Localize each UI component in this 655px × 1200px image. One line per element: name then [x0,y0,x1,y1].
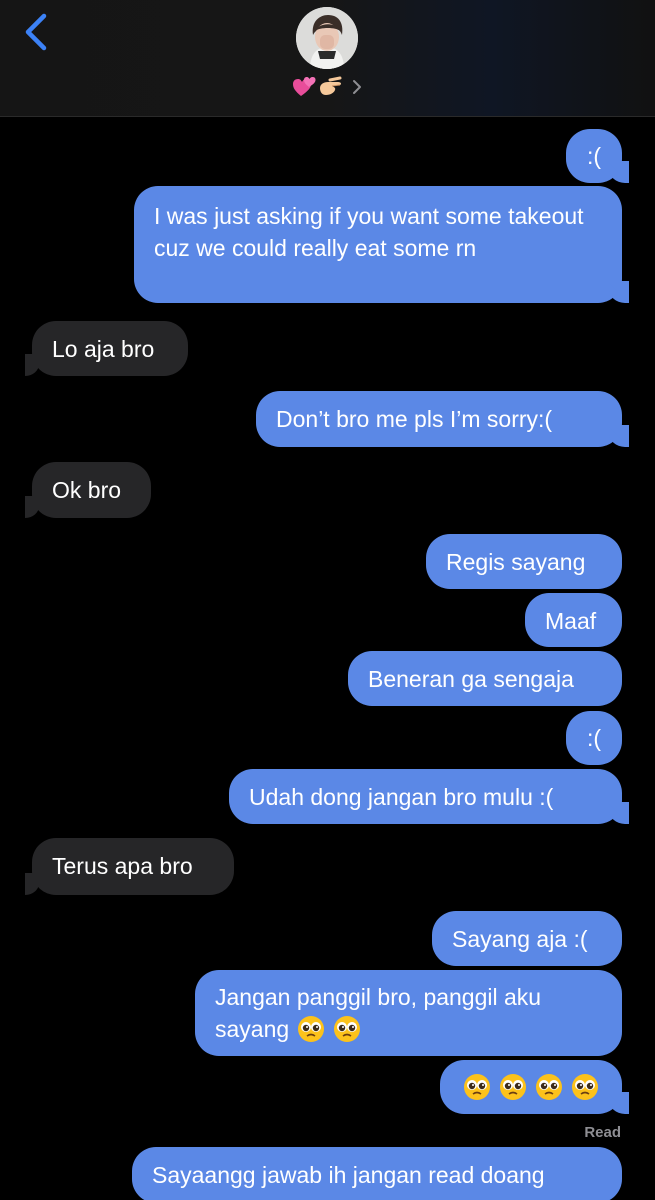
conversation-header [0,0,655,117]
message-text: Don’t bro me pls I’m sorry:( [276,406,553,432]
message-bubble-sent[interactable]: Beneran ga sengaja [348,651,622,706]
message-text: Terus apa bro [52,853,193,879]
chevron-right-icon [352,80,361,94]
message-text: Jangan panggil bro, panggil aku [215,984,542,1010]
message-bubble-sent[interactable]: :( [566,129,629,183]
message-bubble-sent[interactable]: Jangan panggil bro, panggil aku sayang [195,970,622,1056]
pleading-face-emoji [535,1073,563,1101]
pleading-face-emoji [333,1015,361,1043]
message-bubble-sent[interactable]: Sayang aja :( [432,911,622,966]
read-receipt: Read [584,1124,621,1141]
message-text: Beneran ga sengaja [368,666,574,692]
message-text: :( [586,725,602,751]
message-bubble-sent[interactable]: I was just asking if you want some takeo… [134,186,629,303]
avatar-photo [296,7,358,69]
contact-name [292,76,344,98]
pleading-face-emoji [499,1073,527,1101]
message-bubble-received[interactable]: Terus apa bro [25,838,234,895]
message-text: Sayaangg jawab ih jangan read doang [152,1162,545,1188]
message-bubble-sent[interactable]: :( [566,711,622,765]
message-bubble-sent[interactable]: Regis sayang [426,534,622,589]
pinching-hand-emoji [319,76,341,95]
message-text: Maaf [545,608,597,634]
message-text: I was just asking if you want some takeo… [154,203,584,261]
chevron-left-icon [25,13,47,51]
pleading-face-emoji [571,1073,599,1101]
message-bubble-sent[interactable]: Maaf [525,593,622,647]
message-bubble-sent[interactable]: Sayaangg jawab ih jangan read doang [132,1147,622,1200]
message-bubble-sent[interactable]: Udah dong jangan bro mulu :( [229,769,629,824]
back-button[interactable] [20,12,56,52]
contact-name-row[interactable] [0,76,655,100]
message-text: Lo aja bro [52,336,155,362]
message-text: Regis sayang [446,549,586,575]
message-text: Ok bro [52,477,122,503]
message-bubble-sent[interactable] [440,1060,629,1114]
pleading-face-emoji [463,1073,491,1101]
two-hearts-emoji [292,77,315,96]
message-text: Sayang aja :( [452,926,588,952]
pleading-face-emoji [297,1015,325,1043]
message-text: Udah dong jangan bro mulu :( [249,784,554,810]
message-text-line2: sayang [215,1016,290,1042]
message-bubble-received[interactable]: Ok bro [25,462,151,518]
message-bubble-sent[interactable]: Don’t bro me pls I’m sorry:( [256,391,629,447]
message-bubble-received[interactable]: Lo aja bro [25,321,188,376]
message-text: :( [586,143,602,169]
contact-avatar[interactable] [296,7,358,69]
